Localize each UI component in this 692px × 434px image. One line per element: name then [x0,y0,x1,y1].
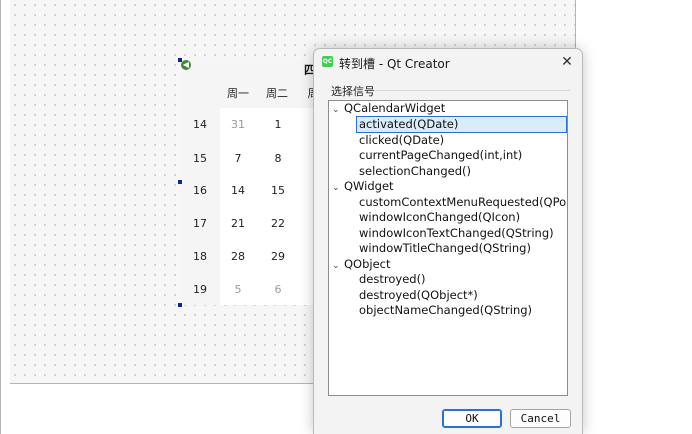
day-cell[interactable]: 14 [226,184,250,197]
chevron-down-icon[interactable]: ⌄ [332,259,344,274]
day-cell[interactable]: 8 [266,152,290,165]
qt-creator-icon: QC [322,56,333,67]
tree-item[interactable]: windowTitleChanged(QString) [359,241,531,256]
day-cell[interactable]: 6 [266,283,290,296]
calendar-widget[interactable]: ◀ 四 周一 周二 周 14 15 16 17 18 19 31 1 7 8 1… [181,60,331,305]
tree-item[interactable]: objectNameChanged(QString) [359,303,532,318]
weekday-label: 周一 [227,87,249,100]
calendar-weekday-header: 周一 周二 周 [181,75,331,108]
day-cell[interactable]: 7 [226,152,250,165]
day-cell[interactable]: 1 [266,118,290,131]
tree-group-qobject[interactable]: ⌄ QObject [332,257,391,272]
tree-group-label: QCalendarWidget [344,101,446,115]
chevron-down-icon[interactable]: ⌄ [332,181,344,196]
day-cell[interactable]: 29 [266,250,290,263]
weekday-label: 周二 [266,87,288,100]
week-number: 19 [193,283,207,296]
tree-group-qwidget[interactable]: ⌄ QWidget [332,179,394,194]
tree-item[interactable]: destroyed(QObject*) [359,288,478,303]
dialog-title: 转到槽 - Qt Creator [339,57,450,71]
week-number: 16 [193,184,207,197]
signal-tree[interactable]: ⌄ QCalendarWidget activated(QDate) clicke… [328,100,568,396]
resize-handle-top-left[interactable] [178,58,182,62]
week-number: 17 [193,217,207,230]
chevron-down-icon[interactable]: ⌄ [332,103,344,118]
close-icon[interactable]: ✕ [552,49,582,76]
day-cell[interactable]: 5 [226,283,250,296]
day-cell[interactable]: 31 [226,118,250,131]
tree-group-label: QWidget [344,179,394,193]
cancel-button[interactable]: Cancel [510,409,571,428]
tree-item[interactable]: currentPageChanged(int,int) [359,148,522,163]
day-cell[interactable]: 22 [266,217,290,230]
ok-button[interactable]: OK [442,409,502,428]
tree-group-label: QObject [344,257,391,271]
tree-item[interactable]: clicked(QDate) [359,133,444,148]
tree-item[interactable]: windowIconChanged(QIcon) [359,210,520,225]
select-signal-label: 选择信号 [331,85,375,98]
calendar-nav-bar: ◀ 四 [181,60,331,77]
resize-handle-left[interactable] [178,180,182,184]
day-cell[interactable]: 28 [226,250,250,263]
designer-left-border [0,0,1,434]
group-divider [374,90,570,91]
dialog-titlebar[interactable]: QC 转到槽 - Qt Creator ✕ [314,49,582,76]
day-cell[interactable]: 15 [266,184,290,197]
day-cell[interactable]: 21 [226,217,250,230]
tree-group-qcalendarwidget[interactable]: ⌄ QCalendarWidget [332,101,445,116]
week-number: 18 [193,250,207,263]
go-to-slot-dialog: QC 转到槽 - Qt Creator ✕ 选择信号 ⌄ QCalendarWid… [313,48,583,434]
tree-item[interactable]: destroyed() [359,272,426,287]
prev-month-icon[interactable]: ◀ [181,60,191,70]
tree-item[interactable]: windowIconTextChanged(QString) [359,226,554,241]
tree-item[interactable]: selectionChanged() [359,164,471,179]
tree-item-selected[interactable]: activated(QDate) [356,116,567,133]
week-number: 14 [193,118,207,131]
tree-item[interactable]: customContextMenuRequested(QPoint) [359,195,567,210]
resize-handle-bottom-left[interactable] [178,303,182,307]
week-number: 15 [193,152,207,165]
